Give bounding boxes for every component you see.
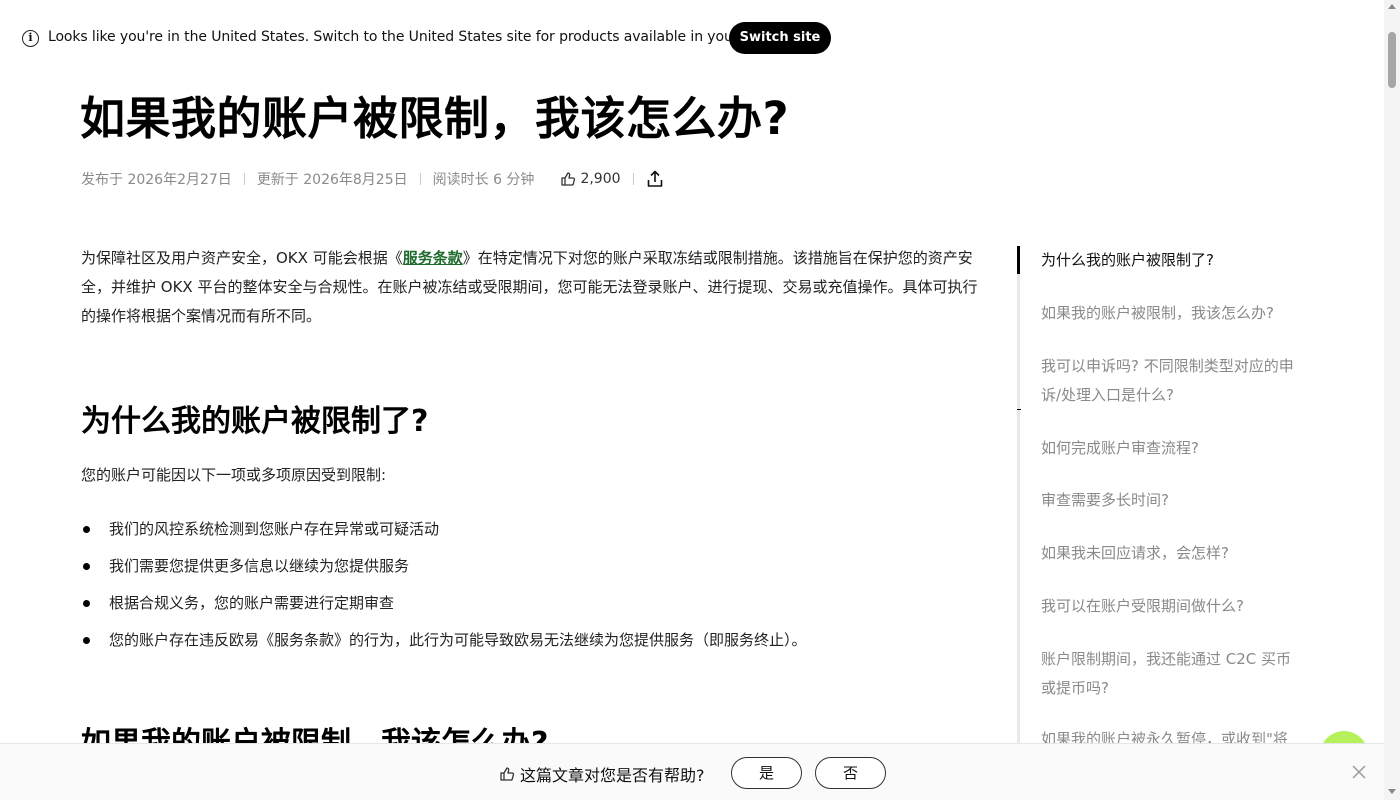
list-item: 我们的风控系统检测到您账户存在异常或可疑活动 <box>81 516 807 553</box>
read-time: 阅读时长 6 分钟 <box>432 172 535 188</box>
bullet-dot <box>83 563 90 570</box>
list-item: 您的账户存在违反欧易《服务条款》的行为，此行为可能导致欧易无法继续为您提供服务（… <box>81 627 807 664</box>
toc-item[interactable]: 账户限制期间，我还能通过 C2C 买币或提币吗? <box>1041 645 1306 703</box>
toc-item[interactable]: 我可以在账户受限期间做什么? <box>1041 592 1306 621</box>
toc-item[interactable]: 如果我的账户被限制，我该怎么办? <box>1041 299 1306 328</box>
bullet-dot <box>83 637 90 644</box>
toc-item[interactable]: 如果我的账户被永久暂停，或收到"将 <box>1041 725 1306 743</box>
scrollbar-thumb[interactable] <box>1388 32 1396 88</box>
toc-item[interactable]: 审查需要多长时间? <box>1041 486 1306 515</box>
feedback-question: 这篇文章对您是否有帮助? <box>499 762 705 786</box>
list-item: 根据合规义务，您的账户需要进行定期审查 <box>81 590 807 627</box>
scroll-up-arrow-icon[interactable] <box>1388 4 1396 9</box>
toc-item[interactable]: 如何完成账户审查流程? <box>1041 434 1306 463</box>
table-of-contents: 为什么我的账户被限制了? 如果我的账户被限制，我该怎么办? 我可以申诉吗? 不同… <box>1017 246 1317 743</box>
bullet-dot <box>83 600 90 607</box>
intro-paragraph: 为保障社区及用户资产安全，OKX 可能会根据《服务条款》在特定情况下对您的账户采… <box>81 244 986 331</box>
list-item: 我们需要您提供更多信息以继续为您提供服务 <box>81 553 807 590</box>
toc-item[interactable]: 我可以申诉吗? 不同限制类型对应的申诉/处理入口是什么? <box>1041 352 1306 410</box>
section-heading-why-restricted: 为什么我的账户被限制了? <box>81 404 429 439</box>
close-icon[interactable] <box>1350 763 1368 781</box>
section-lead: 您的账户可能因以下一项或多项原因受到限制: <box>81 466 387 484</box>
thumbs-up-icon <box>561 172 576 186</box>
list-item-text: 根据合规义务，您的账户需要进行定期审查 <box>109 594 395 612</box>
reasons-list: 我们的风控系统检测到您账户存在异常或可疑活动 我们需要您提供更多信息以继续为您提… <box>81 516 807 664</box>
list-item-text: 我们需要您提供更多信息以继续为您提供服务 <box>109 557 410 575</box>
article-meta: 发布于 2026年2月27日 更新于 2026年8月25日 阅读时长 6 分钟 … <box>81 168 664 190</box>
region-banner-text: Looks like you're in the United States. … <box>48 29 791 45</box>
feedback-no-button[interactable]: 否 <box>815 757 886 789</box>
list-item-text: 您的账户存在违反欧易《服务条款》的行为，此行为可能导致欧易无法继续为您提供服务（… <box>109 631 807 649</box>
toc-track <box>1017 246 1020 743</box>
share-icon[interactable] <box>646 170 664 188</box>
list-item-text: 我们的风控系统检测到您账户存在异常或可疑活动 <box>109 520 440 538</box>
article-body: 为保障社区及用户资产安全，OKX 可能会根据《服务条款》在特定情况下对您的账户采… <box>81 244 986 331</box>
published-date: 发布于 2026年2月27日 <box>81 172 232 188</box>
page-title: 如果我的账户被限制，我该怎么办? <box>80 92 790 145</box>
like-button[interactable]: 2,900 <box>560 171 621 187</box>
feedback-bar: 这篇文章对您是否有帮助? 是 否 <box>0 743 1384 800</box>
region-banner: i Looks like you're in the United States… <box>0 0 1384 76</box>
like-count: 2,900 <box>580 171 621 187</box>
info-circle-icon: i <box>22 30 39 47</box>
meta-divider <box>419 173 421 185</box>
toc-progress-tick <box>1017 409 1021 410</box>
meta-divider <box>632 173 634 185</box>
intro-text: 为保障社区及用户资产安全，OKX 可能会根据《 <box>81 249 403 267</box>
feedback-question-text: 这篇文章对您是否有帮助? <box>520 766 705 785</box>
updated-date: 更新于 2026年8月25日 <box>256 172 408 188</box>
feedback-yes-button[interactable]: 是 <box>731 757 802 789</box>
toc-item[interactable]: 为什么我的账户被限制了? <box>1041 246 1306 275</box>
page-scrollbar[interactable] <box>1384 0 1400 800</box>
switch-site-button[interactable]: Switch site <box>729 22 831 54</box>
terms-of-service-link[interactable]: 服务条款 <box>403 249 463 267</box>
thumbs-up-icon <box>500 767 515 781</box>
bullet-dot <box>83 526 90 533</box>
scroll-down-arrow-icon[interactable] <box>1388 789 1396 794</box>
toc-item[interactable]: 如果我未回应请求，会怎样? <box>1041 539 1306 568</box>
toc-active-indicator <box>1017 246 1020 274</box>
meta-divider <box>243 173 245 185</box>
